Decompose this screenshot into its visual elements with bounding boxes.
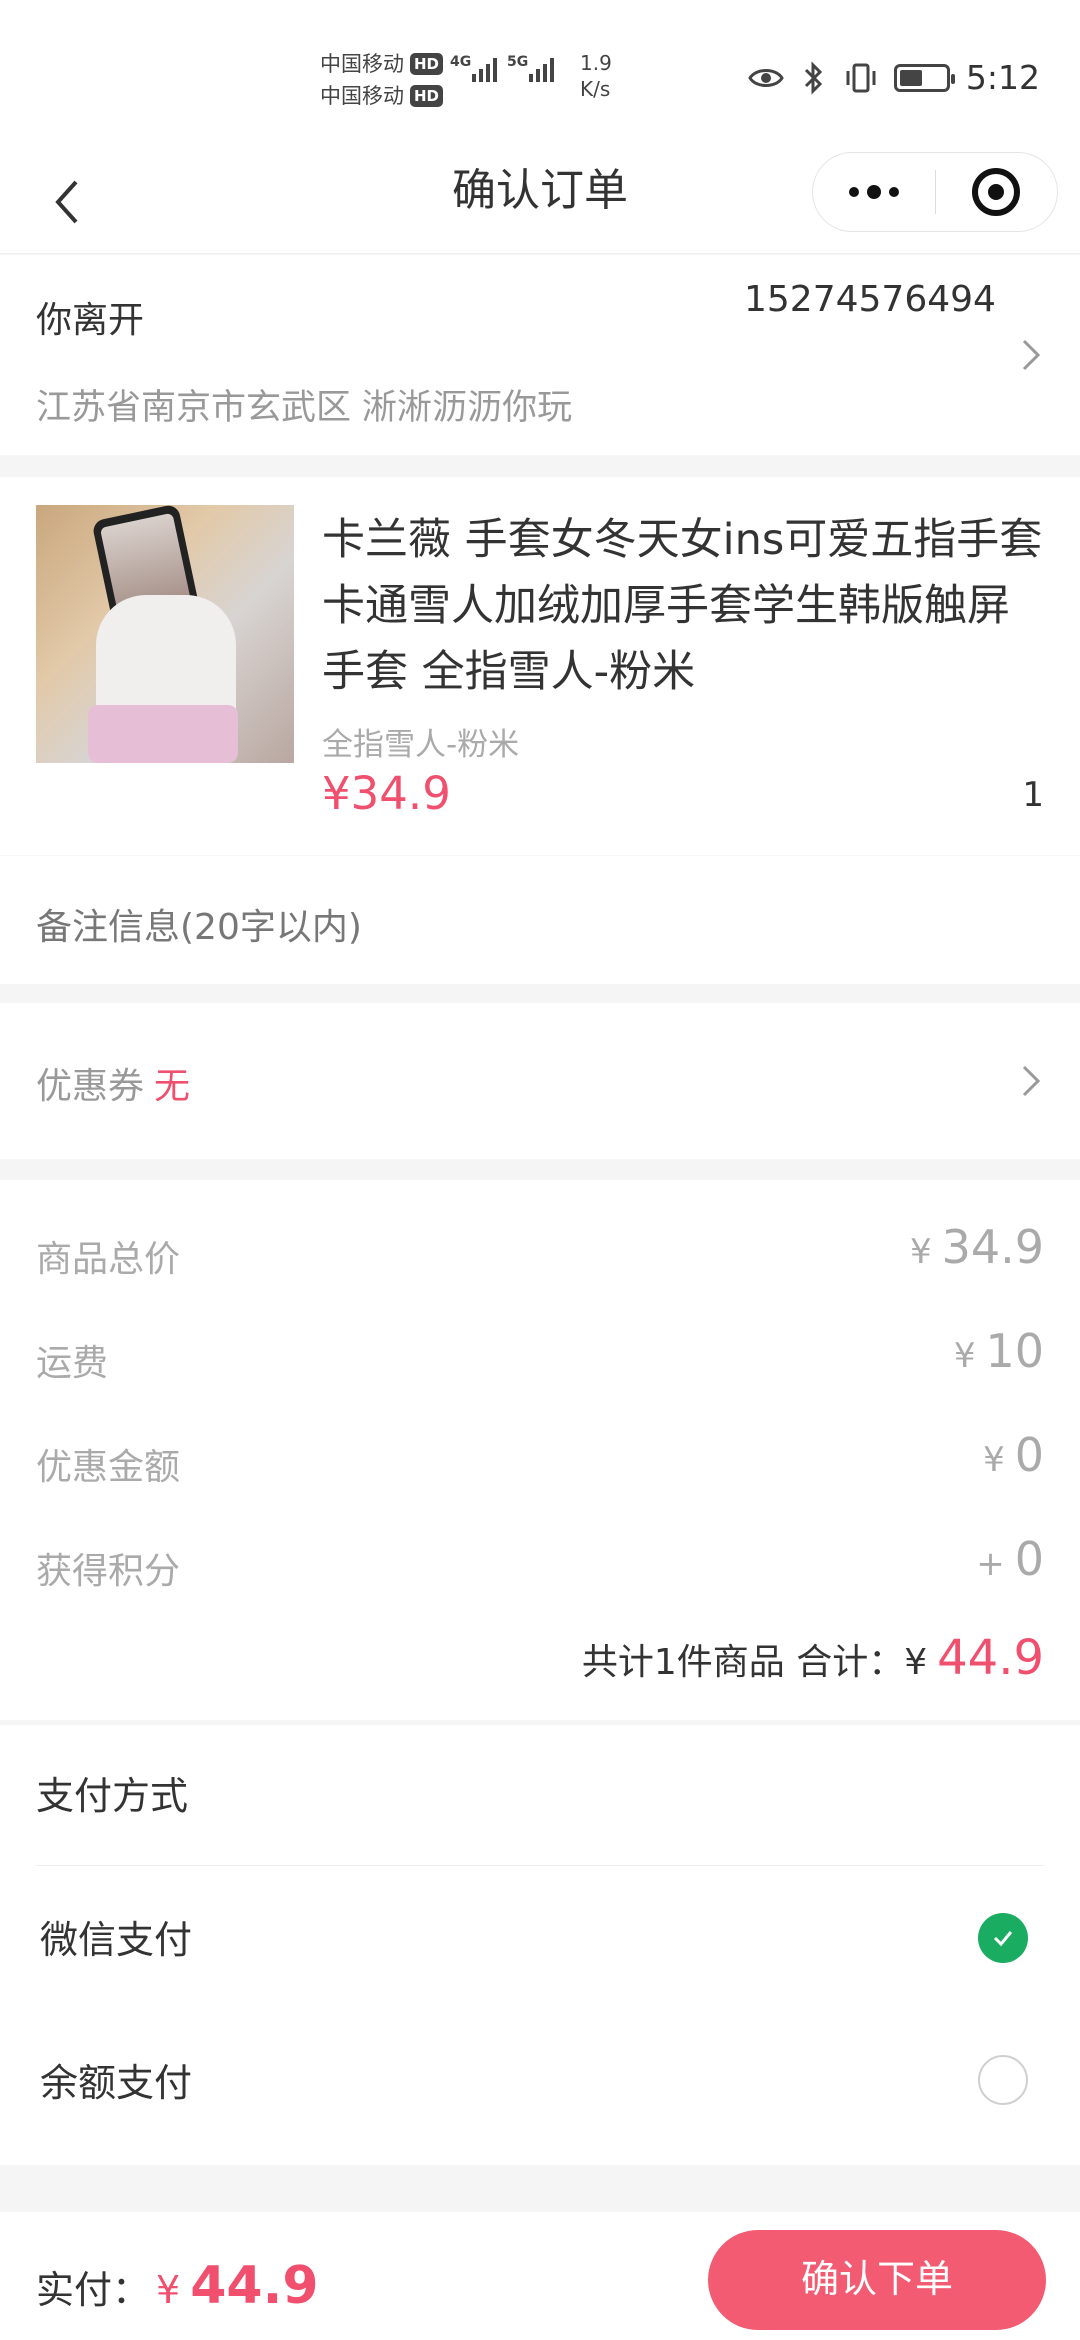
- summary-value: ¥10: [954, 1324, 1044, 1378]
- summary-amount: 10: [985, 1324, 1044, 1378]
- total-amount: 44.9: [937, 1630, 1044, 1686]
- order-confirm-page: 中国移动 HD 中国移动 HD 4G 5G 1.9 K/s 5:12 确认订单 …: [0, 0, 1080, 2340]
- divider: [36, 1865, 1044, 1866]
- speed-value: 1.9: [580, 51, 612, 75]
- bluetooth-icon: [804, 60, 823, 95]
- hd-badge: HD: [410, 85, 444, 107]
- carrier-name: 中国移动: [320, 84, 404, 108]
- summary-label: 运费: [36, 1343, 109, 1384]
- address-card[interactable]: 你离开 15274576494 江苏省南京市玄武区 淅淅沥沥你玩: [0, 255, 1080, 455]
- coupon-label: 优惠券: [36, 1066, 145, 1107]
- signal-5g-icon: 5G: [507, 54, 554, 82]
- payment-option-balance[interactable]: 余额支付: [40, 2052, 192, 2107]
- actual-payment: 实付： ¥ 44.9: [36, 2256, 319, 2316]
- chevron-right-icon: [1022, 339, 1041, 371]
- summary-value: +0: [976, 1532, 1044, 1586]
- actual-payment-label: 实付：: [36, 2268, 151, 2312]
- speed-unit: K/s: [580, 77, 611, 101]
- payment-option-wechat[interactable]: 微信支付: [40, 1909, 192, 1964]
- battery-icon: [893, 63, 955, 92]
- summary-prefix: +: [976, 1544, 1005, 1584]
- product-image: [36, 505, 294, 763]
- summary-amount: 0: [1014, 1428, 1044, 1482]
- coupon-row[interactable]: 优惠券无: [0, 1003, 1080, 1159]
- summary-label: 获得积分: [36, 1551, 181, 1592]
- product-quantity: 1: [1022, 775, 1044, 815]
- recipient-name: 你离开: [36, 300, 145, 341]
- summary-value: ¥34.9: [910, 1220, 1044, 1274]
- more-button[interactable]: [813, 152, 935, 232]
- status-icons: 5:12: [748, 58, 1040, 97]
- payment-title: 支付方式: [36, 1774, 189, 1818]
- order-total: 共计1件商品 合计：¥ 44.9: [582, 1630, 1044, 1686]
- status-bar: 中国移动 HD 中国移动 HD 4G 5G 1.9 K/s 5:12: [0, 0, 1080, 150]
- summary-label: 优惠金额: [36, 1447, 181, 1488]
- clock: 5:12: [965, 58, 1040, 97]
- actual-payment-currency: ¥: [156, 2268, 181, 2312]
- coupon-label-group: 优惠券无: [36, 1057, 190, 1109]
- total-label: 共计1件商品 合计：¥: [581, 1642, 928, 1683]
- network-type-label: 5G: [507, 54, 529, 70]
- product-spec: 全指雪人-粉米: [322, 727, 520, 763]
- mini-program-capsule: [812, 152, 1058, 232]
- network-type-label: 4G: [450, 54, 472, 70]
- signal-icons: 4G 5G: [450, 54, 554, 82]
- summary-value: ¥0: [983, 1428, 1044, 1482]
- checkmark-icon[interactable]: [978, 1913, 1028, 1963]
- hd-badge: HD: [410, 53, 444, 75]
- remark-placeholder: 备注信息(20字以内): [36, 907, 362, 948]
- target-icon: [972, 168, 1021, 216]
- signal-4g-icon: 4G: [450, 54, 497, 82]
- summary-prefix: ¥: [909, 1232, 932, 1272]
- carrier-info: 中国移动 HD 中国移动 HD: [320, 48, 444, 112]
- chevron-right-icon: [1022, 1065, 1041, 1097]
- product-card: 卡兰薇 手套女冬天女ins可爱五指手套卡通雪人加绒加厚手套学生韩版触屏手套 全指…: [0, 477, 1080, 855]
- eye-icon: [748, 68, 784, 87]
- radio-unchecked-icon[interactable]: [978, 2055, 1028, 2105]
- coupon-value: 无: [154, 1066, 191, 1107]
- summary-amount: 0: [1014, 1532, 1044, 1586]
- product-price: ¥34.9: [322, 767, 451, 820]
- summary-amount: 34.9: [941, 1220, 1044, 1274]
- address-detail: 江苏省南京市玄武区 淅淅沥沥你玩: [36, 388, 573, 428]
- summary-prefix: ¥: [953, 1336, 976, 1376]
- payment-methods: 支付方式 微信支付 余额支付: [0, 1725, 1080, 2165]
- actual-payment-amount: 44.9: [190, 2256, 319, 2316]
- price-summary: 商品总价 ¥34.9 运费 ¥10 优惠金额 ¥0 获得积分 +0 共计1件商品…: [0, 1180, 1080, 1720]
- close-mini-program-button[interactable]: [936, 152, 1058, 232]
- network-speed: 1.9 K/s: [580, 50, 612, 102]
- carrier-name: 中国移动: [320, 52, 404, 76]
- recipient-phone: 15274576494: [744, 279, 996, 320]
- vibrate-icon: [846, 63, 876, 92]
- summary-prefix: ¥: [983, 1440, 1005, 1480]
- remark-input[interactable]: 备注信息(20字以内): [0, 856, 1080, 984]
- bottom-bar: 实付： ¥ 44.9 确认下单: [0, 2212, 1080, 2340]
- summary-label: 商品总价: [36, 1239, 181, 1280]
- submit-order-button[interactable]: 确认下单: [708, 2230, 1046, 2330]
- nav-bar: 确认订单: [0, 150, 1080, 254]
- product-title: 卡兰薇 手套女冬天女ins可爱五指手套卡通雪人加绒加厚手套学生韩版触屏手套 全指…: [322, 515, 1043, 697]
